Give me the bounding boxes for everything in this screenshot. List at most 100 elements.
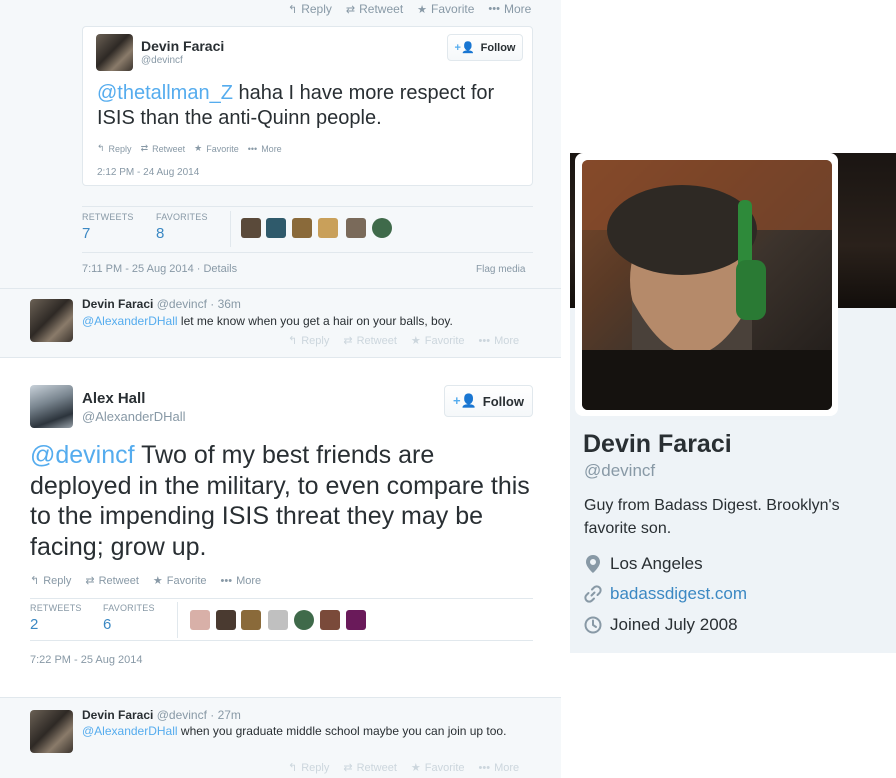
avatar[interactable] <box>30 710 73 753</box>
reply-action[interactable]: ↰ Reply <box>97 143 132 154</box>
mention-link[interactable]: @AlexanderDHall <box>82 724 178 738</box>
main-stats: RETWEETS 2 FAVORITES 6 <box>30 603 176 633</box>
more-action[interactable]: ••• More <box>488 2 531 16</box>
more-action[interactable]: ••• More <box>248 143 282 154</box>
embedded-tweet-text: @thetallman_Z haha I have more respect f… <box>97 82 495 129</box>
reply-action[interactable]: ↰ Reply <box>288 334 329 348</box>
star-icon: ★ <box>410 762 421 774</box>
more-icon: ••• <box>488 3 500 15</box>
favorite-action[interactable]: ★ Favorite <box>410 334 465 348</box>
link-icon <box>584 585 602 603</box>
favoriter-avatar[interactable] <box>318 218 338 238</box>
favoriter-avatar[interactable] <box>216 610 236 630</box>
retweet-icon: ⇄ <box>343 762 353 774</box>
more-action[interactable]: ••• More <box>221 574 262 587</box>
avatar[interactable] <box>30 385 73 428</box>
divider <box>230 211 231 247</box>
avatar[interactable] <box>30 299 73 342</box>
embedded-tweet-card[interactable]: Devin Faraci @devincf +👤 Follow @thetall… <box>82 26 533 186</box>
favoriter-avatar[interactable] <box>320 610 340 630</box>
favoriter-avatar[interactable] <box>241 218 261 238</box>
favorite-action[interactable]: ★ Favorite <box>194 143 239 154</box>
favoriter-avatar[interactable] <box>294 610 314 630</box>
follow-person-icon: +👤 <box>453 393 477 408</box>
mention-link[interactable]: @devincf <box>30 441 135 469</box>
favoriter-avatar[interactable] <box>346 610 366 630</box>
reply-icon: ↰ <box>30 575 40 587</box>
favoriter-avatar[interactable] <box>292 218 312 238</box>
reply-icon: ↰ <box>97 143 105 153</box>
retweet-action[interactable]: ⇄ Retweet <box>346 2 403 16</box>
profile-bio: Guy from Badass Digest. Brooklyn's favor… <box>584 497 840 537</box>
retweet-action[interactable]: ⇄ Retweet <box>343 334 397 348</box>
favorite-action[interactable]: ★ Favorite <box>153 574 207 588</box>
reply-tweet[interactable]: Devin Faraci @devincf · 36m @AlexanderDH… <box>0 288 561 357</box>
favoriter-avatar[interactable] <box>372 218 392 238</box>
retweet-action[interactable]: ⇄ Retweet <box>85 574 139 588</box>
follow-button[interactable]: +👤 Follow <box>444 385 533 417</box>
more-icon: ••• <box>247 143 258 154</box>
reply-author[interactable]: Devin Faraci @devincf · 27m <box>82 708 241 722</box>
profile-joined: Joined July 2008 <box>584 615 738 635</box>
favoriter-avatar[interactable] <box>346 218 366 238</box>
reply-icon: ↰ <box>288 3 298 16</box>
divider <box>30 598 533 599</box>
tweet-meta[interactable]: 7:11 PM - 25 Aug 2014 · Details <box>82 263 237 275</box>
embedded-timestamp[interactable]: 2:12 PM - 24 Aug 2014 <box>97 167 199 178</box>
embedded-author-name[interactable]: Devin Faraci <box>141 38 224 54</box>
reply-action[interactable]: ↰ Reply <box>288 2 332 16</box>
follow-button[interactable]: +👤 Follow <box>447 34 523 61</box>
favorites-stat[interactable]: FAVORITES 8 <box>156 212 230 242</box>
reply-action[interactable]: ↰ Reply <box>288 761 329 775</box>
main-author-handle[interactable]: @AlexanderDHall <box>82 409 186 424</box>
more-icon: ••• <box>478 334 491 347</box>
profile-photo[interactable] <box>582 160 832 410</box>
reply-action[interactable]: ↰ Reply <box>30 574 71 588</box>
retweets-stat[interactable]: RETWEETS 7 <box>82 212 156 242</box>
follow-person-icon: +👤 <box>454 42 475 54</box>
more-icon: ••• <box>478 761 491 774</box>
divider <box>82 206 533 207</box>
retweet-icon: ⇄ <box>140 143 149 153</box>
favoriter-avatar[interactable] <box>190 610 210 630</box>
avatar[interactable] <box>96 34 133 71</box>
main-timestamp[interactable]: 7:22 PM - 25 Aug 2014 <box>30 654 143 666</box>
more-action[interactable]: ••• More <box>479 761 520 774</box>
reply-author[interactable]: Devin Faraci @devincf · 36m <box>82 297 241 311</box>
reply-icon: ↰ <box>288 762 298 774</box>
favoriter-avatar[interactable] <box>268 610 288 630</box>
flag-media-link[interactable]: Flag media <box>476 264 525 275</box>
reply-actions: ↰ Reply ⇄ Retweet ★ Favorite ••• More <box>288 761 520 775</box>
favorite-action[interactable]: ★ Favorite <box>410 761 465 775</box>
reply-tweet[interactable]: Devin Faraci @devincf · 27m @AlexanderDH… <box>0 699 561 778</box>
clock-icon <box>584 616 602 634</box>
profile-name[interactable]: Devin Faraci <box>583 430 732 459</box>
reply-text: @AlexanderDHall when you graduate middle… <box>82 724 507 738</box>
embedded-author-handle[interactable]: @devincf <box>141 55 183 66</box>
mention-link[interactable]: @thetallman_Z <box>97 82 233 104</box>
retweets-stat[interactable]: RETWEETS 2 <box>30 603 103 633</box>
timeline-column: ↰ Reply ⇄ Retweet ★ Favorite ••• More Devin … <box>0 0 561 778</box>
favoriter-avatar[interactable] <box>266 218 286 238</box>
favorite-action[interactable]: ★ Favorite <box>417 2 474 16</box>
favoriter-avatar[interactable] <box>241 610 261 630</box>
main-author-name[interactable]: Alex Hall <box>82 390 145 407</box>
main-actions: ↰ Reply ⇄ Retweet ★ Favorite ••• More <box>30 574 262 588</box>
page: ↰ Reply ⇄ Retweet ★ Favorite ••• More Devin … <box>0 0 896 778</box>
reply-icon: ↰ <box>288 335 298 347</box>
profile-handle[interactable]: @devincf <box>584 461 655 481</box>
mention-link[interactable]: @AlexanderDHall <box>82 314 178 328</box>
star-icon: ★ <box>194 143 203 153</box>
favorites-stat[interactable]: FAVORITES 6 <box>103 603 176 633</box>
reply-actions: ↰ Reply ⇄ Retweet ★ Favorite ••• More <box>288 334 520 348</box>
more-action[interactable]: ••• More <box>479 334 520 347</box>
retweet-action[interactable]: ⇄ Retweet <box>141 143 186 154</box>
divider <box>30 640 533 641</box>
retweet-icon: ⇄ <box>345 3 356 16</box>
retweet-action[interactable]: ⇄ Retweet <box>343 761 397 775</box>
star-icon: ★ <box>410 335 421 347</box>
star-icon: ★ <box>417 3 428 16</box>
profile-website[interactable]: badassdigest.com <box>584 584 747 604</box>
main-tweet-text: @devincf Two of my best friends are depl… <box>30 441 530 561</box>
embedded-actions: ↰ Reply ⇄ Retweet ★ Favorite ••• More <box>97 143 282 154</box>
